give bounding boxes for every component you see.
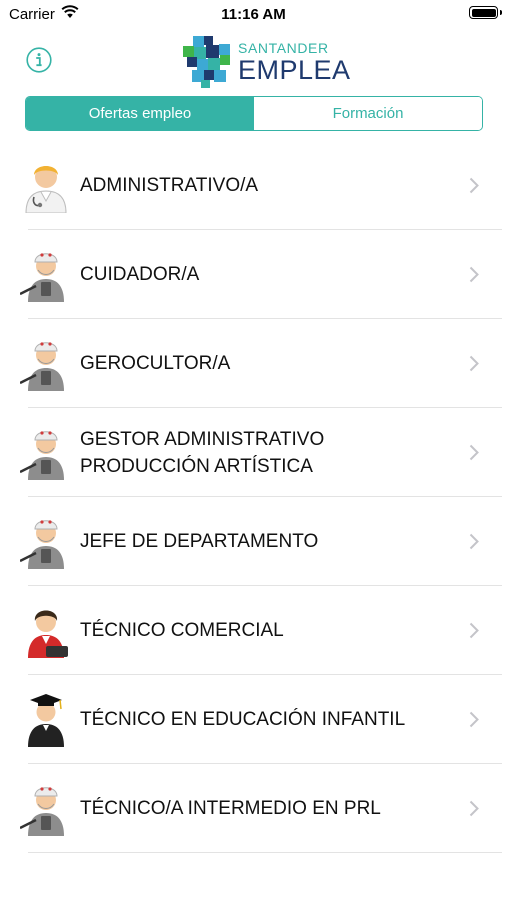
job-list: ADMINISTRATIVO/A CUIDADOR/A GEROCULTOR/A… (0, 141, 507, 853)
chevron-right-icon (469, 177, 479, 194)
worker-icon (20, 253, 64, 302)
chevron-right-icon (469, 800, 479, 817)
worker-icon (20, 520, 64, 569)
worker-icon (20, 787, 64, 836)
clock: 11:16 AM (221, 6, 286, 23)
doctor-icon (25, 166, 67, 213)
chevron-right-icon (469, 622, 479, 639)
worker-icon (20, 342, 64, 391)
list-item[interactable]: GEROCULTOR/A (0, 319, 507, 408)
status-bar: Carrier 11:16 AM (0, 0, 507, 28)
chevron-right-icon (469, 533, 479, 550)
list-item[interactable]: TÉCNICO COMERCIAL (0, 586, 507, 675)
battery-icon (469, 6, 502, 19)
logo-text-bottom: EMPLEA (238, 55, 351, 85)
job-title: TÉCNICO EN EDUCACIÓN INFANTIL (80, 709, 406, 730)
info-button[interactable] (26, 47, 52, 73)
chevron-right-icon (469, 444, 479, 461)
job-title: JEFE DE DEPARTAMENTO (80, 531, 319, 552)
chevron-right-icon (469, 711, 479, 728)
segmented-control: Ofertas empleo Formación (25, 96, 483, 131)
job-title: ADMINISTRATIVO/A (80, 175, 259, 196)
worker-icon (20, 431, 64, 480)
list-item[interactable]: ADMINISTRATIVO/A (0, 141, 507, 230)
list-item[interactable]: TÉCNICO/A INTERMEDIO EN PRL (0, 764, 507, 853)
business-person-icon (28, 610, 68, 658)
santander-emplea-logo: SANTANDER EMPLEA (183, 36, 350, 88)
job-title: GESTOR ADMINISTRATIVO PRODUCCIÓN ARTÍSTI… (80, 428, 325, 477)
logo-text-top: SANTANDER (238, 40, 329, 56)
list-item[interactable]: JEFE DE DEPARTAMENTO (0, 497, 507, 586)
chevron-right-icon (469, 266, 479, 283)
list-item[interactable]: CUIDADOR/A (0, 230, 507, 319)
logo-mark-icon (183, 36, 230, 88)
list-item[interactable]: TÉCNICO EN EDUCACIÓN INFANTIL (0, 675, 507, 764)
info-icon (26, 47, 52, 73)
list-item[interactable]: GESTOR ADMINISTRATIVO PRODUCCIÓN ARTÍSTI… (0, 408, 507, 497)
tab-formacion[interactable]: Formación (254, 97, 482, 130)
job-title: GEROCULTOR/A (80, 353, 231, 374)
job-title: TÉCNICO/A INTERMEDIO EN PRL (80, 798, 381, 819)
graduate-icon (28, 694, 64, 747)
tab-ofertas-empleo[interactable]: Ofertas empleo (26, 97, 254, 130)
chevron-right-icon (469, 355, 479, 372)
job-title: TÉCNICO COMERCIAL (80, 620, 284, 641)
job-title: CUIDADOR/A (80, 264, 200, 285)
